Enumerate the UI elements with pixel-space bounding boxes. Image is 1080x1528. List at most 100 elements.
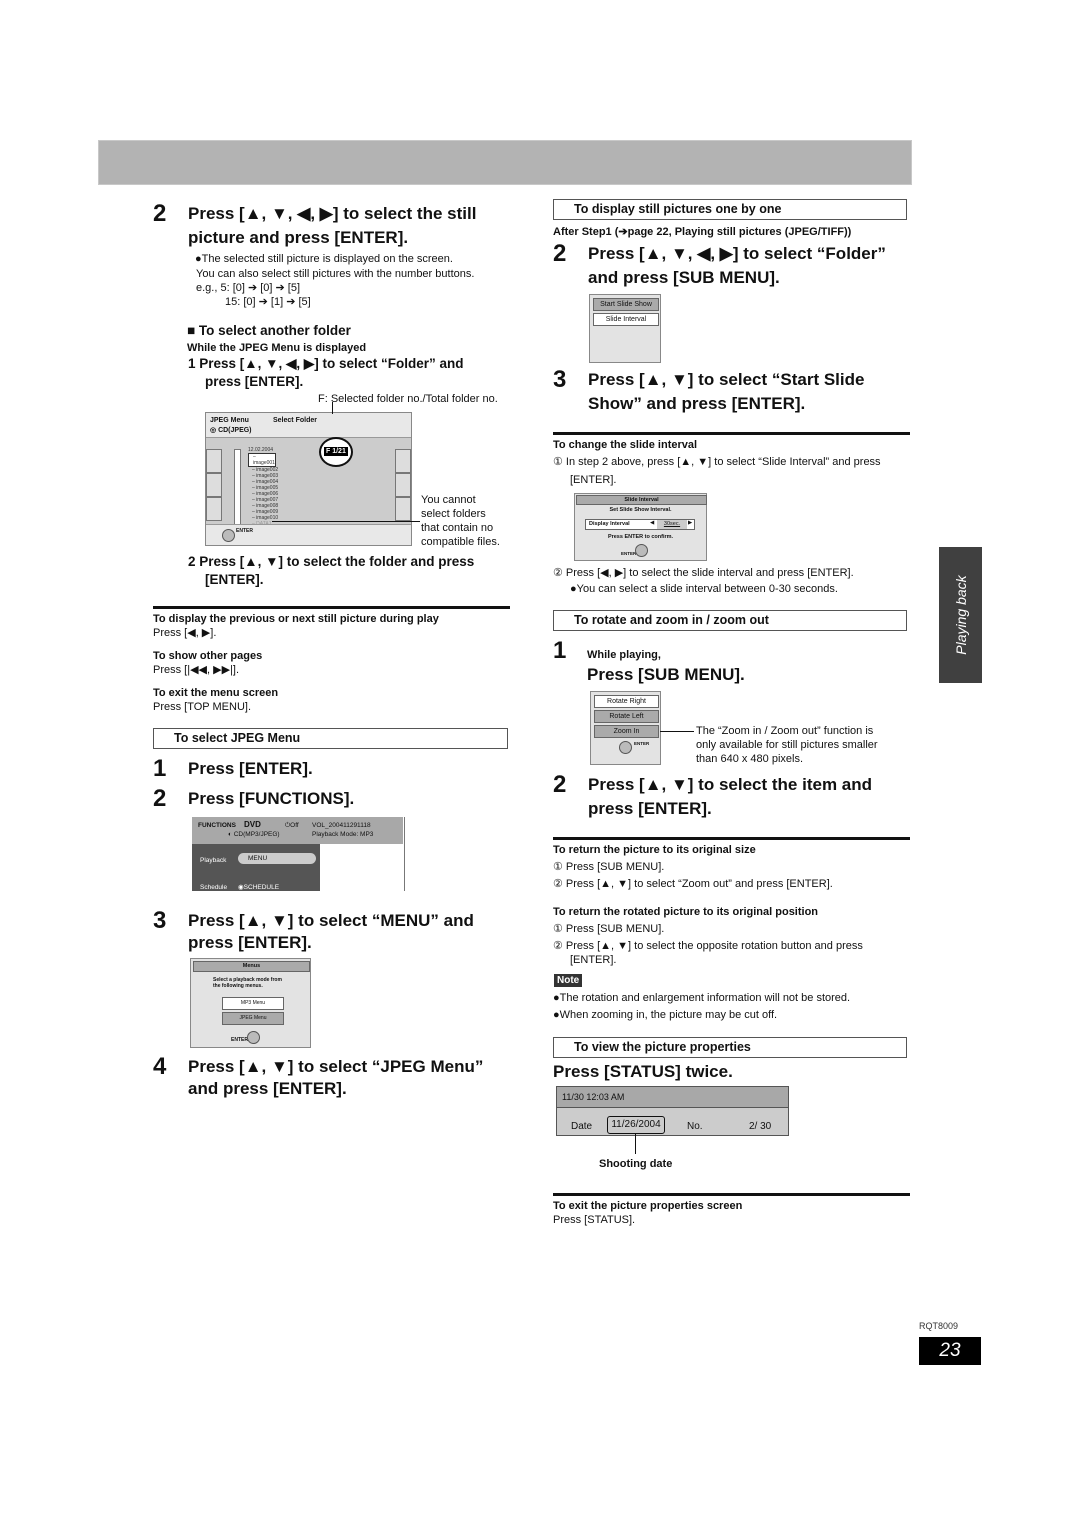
- zoom-note-line1: The “Zoom in / Zoom out” function is: [696, 725, 874, 737]
- right-step-3-heading: 3 Press [▲, ▼] to select “Start Slide Sh…: [553, 368, 923, 418]
- section-tab: Playing back: [939, 547, 982, 683]
- tip-text: Press [TOP MENU].: [153, 701, 252, 713]
- functions-menu-panel: Playback MENU Schedule ◉SCHEDULE: [192, 844, 320, 891]
- interval-title: To change the slide interval: [553, 439, 698, 451]
- start-slide-show-option[interactable]: Start Slide Show: [593, 298, 659, 311]
- thumb-right-3[interactable]: [395, 497, 411, 521]
- step-number: 2: [553, 240, 567, 267]
- sub-step-2: 2 Press [▲, ▼] to select the folder and …: [188, 553, 474, 589]
- tip-text: Press [|◀◀, ▶▶|].: [153, 664, 240, 676]
- orig-pos-step-1: ① Press [SUB MENU].: [553, 923, 665, 935]
- screen-header: JPEG Menu Select Folder ◎ CD(JPEG): [206, 413, 411, 438]
- interval-bullet: ●You can select a slide interval between…: [570, 583, 838, 595]
- rotate-left-option[interactable]: Rotate Left: [594, 710, 659, 723]
- status-screen: 11/30 12:03 AM Date 11/26/2004 No. 2/ 30: [556, 1086, 789, 1136]
- functions-title: FUNCTIONS: [198, 822, 236, 829]
- tip-title: To display the previous or next still pi…: [153, 613, 439, 625]
- right-arrow-icon[interactable]: ▶: [688, 520, 692, 526]
- left-arrow-icon[interactable]: ◀: [650, 520, 654, 526]
- callout-line: [660, 731, 694, 732]
- scrollbar[interactable]: [234, 449, 241, 527]
- divider: [553, 1193, 910, 1196]
- divider: [553, 837, 910, 840]
- jpeg-menu-option[interactable]: JPEG Menu: [222, 1012, 284, 1025]
- display-interval-row[interactable]: Display Interval ◀ 30sec. ▶: [585, 519, 695, 530]
- zoom-note: The “Zoom in / Zoom out” function is onl…: [696, 724, 878, 766]
- sub-step-2-line1: 2 Press [▲, ▼] to select the folder and …: [188, 554, 475, 569]
- step-number: 3: [153, 907, 167, 934]
- step-4-heading: 4 Press [▲, ▼] to select “JPEG Menu” and…: [153, 1055, 513, 1105]
- interval-screen-title: Slide Interval: [576, 495, 707, 505]
- step-2-functions-heading: 2 Press [FUNCTIONS].: [153, 787, 493, 813]
- step-text-line2: picture and press [ENTER].: [188, 228, 409, 247]
- note-label: Note: [554, 974, 583, 987]
- callout-line-1: You cannot: [421, 494, 476, 506]
- mp3-menu-option[interactable]: MP3 Menu: [222, 997, 284, 1010]
- functions-dvd: DVD: [244, 820, 261, 829]
- screen-footer: ENTER: [206, 524, 411, 545]
- thumb-right-1[interactable]: [395, 449, 411, 473]
- display-interval-label: Display Interval: [589, 521, 630, 527]
- rotate-step-1-number: 1: [553, 637, 567, 664]
- orig-size-title: To return the picture to its original si…: [553, 844, 756, 856]
- tip-text: Press [◀, ▶].: [153, 627, 217, 639]
- interval-step-2: ② Press [◀, ▶] to select the slide inter…: [553, 567, 854, 579]
- interval-value[interactable]: 30sec.: [657, 520, 687, 529]
- folder-item[interactable]: – image001: [248, 453, 276, 467]
- step-text-line1: Press [▲, ▼] to select “MENU” and: [188, 911, 474, 930]
- slide-interval-option[interactable]: Slide Interval: [593, 313, 659, 326]
- enter-label: ENTER: [231, 1037, 248, 1043]
- step-text-line1: Press [▲, ▼] to select “JPEG Menu”: [188, 1057, 484, 1076]
- schedule-label: SCHEDULE: [243, 884, 280, 891]
- press-status-heading: Press [STATUS] twice.: [553, 1062, 733, 1081]
- page-number: 23: [919, 1337, 981, 1365]
- rotate-right-option[interactable]: Rotate Right: [594, 695, 659, 708]
- slide-interval-screen: Slide Interval Set Slide Show Interval. …: [574, 493, 707, 561]
- callout-line-3: that contain no: [421, 522, 494, 534]
- screen-subtitle: Select Folder: [273, 417, 317, 424]
- after-step-text: After Step1 (➔page 22, Playing still pic…: [553, 226, 852, 238]
- disc-name: CD(MP3/JPEG): [233, 831, 280, 838]
- zoom-in-option[interactable]: Zoom In: [594, 725, 659, 738]
- interval-step-1: ① In step 2 above, press [▲, ▼] to selec…: [553, 456, 881, 468]
- menus-title: Menus: [193, 961, 310, 972]
- folder-caption: F: Selected folder no./Total folder no.: [318, 393, 498, 405]
- sub-menu-screen: Start Slide Show Slide Interval: [589, 294, 661, 363]
- thumb-left-1[interactable]: [206, 449, 222, 473]
- row-label-schedule: Schedule: [200, 884, 228, 891]
- row-label-playback: Playback: [200, 857, 227, 864]
- sub-step-2-line2: [ENTER].: [205, 572, 264, 587]
- date-label: Date: [571, 1121, 593, 1132]
- step-number: 1: [153, 755, 167, 782]
- zoom-note-line2: only available for still pictures smalle…: [696, 739, 878, 751]
- interval-screen-desc: Set Slide Show Interval.: [609, 507, 672, 513]
- step-text-line1: Press [▲, ▼] to select “Start Slide: [588, 370, 865, 389]
- timer-status: ⏻Off: [285, 822, 299, 829]
- thumb-left-3[interactable]: [206, 497, 222, 521]
- disc-name: CD(JPEG): [218, 427, 252, 434]
- divider: [553, 432, 910, 435]
- sub-step-1-line1: 1 Press [▲, ▼, ◀, ▶] to select “Folder” …: [188, 356, 464, 371]
- press-sub-menu: Press [SUB MENU].: [587, 665, 745, 684]
- schedule-item[interactable]: ◉SCHEDULE: [238, 883, 279, 892]
- folder-badge-circle: F 1/21: [319, 437, 353, 467]
- step-text-line2: press [ENTER].: [188, 933, 312, 952]
- exit-properties-text: Press [STATUS].: [553, 1214, 636, 1226]
- thumb-left-2[interactable]: [206, 473, 222, 497]
- disc-type: ◐ CD(MP3/JPEG): [228, 831, 280, 838]
- interval-confirm-text: Press ENTER to confirm.: [607, 534, 674, 540]
- thumb-right-2[interactable]: [395, 473, 411, 497]
- menu-button[interactable]: MENU: [238, 853, 316, 864]
- example-2: 15: [0] ➔ [1] ➔ [5]: [225, 296, 311, 308]
- while-playing: While playing,: [587, 649, 661, 661]
- sub-step-1: 1 Press [▲, ▼, ◀, ▶] to select “Folder” …: [188, 355, 464, 391]
- interval-step-1b: [ENTER].: [570, 474, 617, 486]
- callout-line: [635, 1134, 636, 1154]
- condition-text: While the JPEG Menu is displayed: [187, 342, 367, 354]
- disc-label: ◎ CD(JPEG): [210, 427, 252, 434]
- document-code: RQT8009: [919, 1321, 959, 1331]
- orig-size-step-2: ② Press [▲, ▼] to select “Zoom out” and …: [553, 878, 833, 890]
- shooting-date-label: Shooting date: [599, 1158, 673, 1170]
- callout-line: [272, 521, 420, 522]
- step-text: Press [FUNCTIONS].: [188, 789, 355, 808]
